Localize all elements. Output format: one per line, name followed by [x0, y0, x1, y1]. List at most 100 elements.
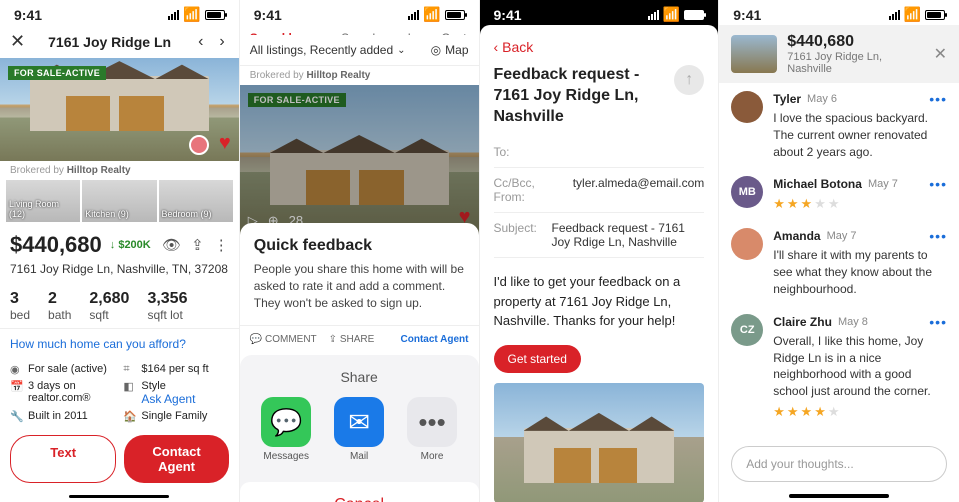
star-rating: ★★★★★ — [773, 196, 947, 212]
share-button[interactable]: ⇪ SHARE — [329, 334, 375, 345]
comment-text: I'll share it with my parents to see wha… — [773, 247, 947, 297]
thumb-bedroom[interactable]: Bedroom (9) — [159, 180, 233, 222]
grid-icon: ⌗ — [123, 363, 135, 376]
header-thumb[interactable] — [731, 35, 777, 73]
share-mail[interactable]: ✉Mail — [334, 397, 384, 462]
close-icon[interactable]: ✕ — [10, 31, 25, 52]
status-bar: 9:41 📶 — [719, 0, 959, 25]
calendar-icon: 📅 — [10, 380, 22, 393]
home-indicator[interactable] — [789, 494, 889, 498]
share-messages[interactable]: 💬Messages — [261, 397, 311, 462]
photo-thumbs: Living Room (12) Kitchen (9) Bedroom (9) — [0, 180, 239, 222]
comment-item: CZ Claire Zhu May 8 ••• Overall, I like this… — [731, 314, 947, 420]
price: $440,680 — [10, 232, 102, 258]
favorite-icon[interactable]: ♥ — [219, 132, 231, 155]
filter-row[interactable]: All listings, Recently added⌄ ◎Map — [240, 35, 479, 66]
ask-agent-link[interactable]: Ask Agent — [141, 392, 195, 406]
screen-email-compose: 9:41 📶 ‹Back Feedback request - 7161 Joy… — [480, 0, 720, 502]
header-address: 7161 Joy Ridge Ln, Nashville — [787, 51, 923, 75]
avatar[interactable]: MB — [731, 176, 763, 208]
get-started-button[interactable]: Get started — [494, 345, 581, 373]
comment-menu-icon[interactable]: ••• — [929, 91, 947, 107]
cta-row: Text Contact Agent — [0, 427, 239, 491]
page-title: 7161 Joy Ridge Ln — [33, 34, 186, 50]
email-preview-image — [494, 383, 705, 502]
nav-header: ✕ 7161 Joy Ridge Ln ‹ › — [0, 25, 239, 58]
comment-menu-icon[interactable]: ••• — [929, 228, 947, 244]
status-icons: 📶 — [168, 6, 224, 23]
broker-line: Brokered by Hilltop Realty — [0, 161, 239, 180]
stats-row: 3bed 2bath 2,680sqft 3,356sqft lot — [0, 284, 239, 329]
send-button[interactable]: ↑ — [674, 65, 704, 95]
comment-button[interactable]: 💬 COMMENT — [250, 334, 317, 345]
field-cc[interactable]: Cc/Bcc, From:tyler.almeda@email.com — [494, 168, 705, 213]
hide-icon[interactable]: 👁 — [162, 236, 181, 254]
screen-saved-share: 9:41 📶 Saved homes Saved searches Contac… — [240, 0, 480, 502]
field-subject[interactable]: Subject:Feedback request - 7161 Joy Rdig… — [494, 213, 705, 258]
comment-author: Claire Zhu — [773, 315, 832, 329]
prev-icon[interactable]: ‹ — [194, 33, 207, 51]
clock: 9:41 — [254, 7, 282, 23]
share-sheet: Share 💬Messages ✉Mail •••More Cancel — [240, 355, 479, 502]
tabs: Saved homes Saved searches Contacted Hi — [240, 25, 479, 35]
comment-date: May 7 — [827, 230, 857, 242]
more-icon[interactable]: ⋮ — [214, 236, 229, 254]
screen-comments: 9:41 📶 $440,680 7161 Joy Ridge Ln, Nashv… — [719, 0, 959, 502]
status-bar: 9:41 📶 — [480, 0, 719, 25]
pin-icon: ◎ — [431, 43, 441, 57]
card-image[interactable]: FOR SALE-ACTIVE ♥ ▷⊕28 — [240, 85, 479, 235]
address: 7161 Joy Ridge Ln, Nashville, TN, 37208 — [0, 260, 239, 284]
sheet-body: People you share this home with will be … — [254, 261, 465, 311]
afford-link[interactable]: How much home can you afford? — [0, 329, 239, 359]
house-icon: 🏠 — [123, 410, 135, 423]
comment-text: I love the spacious backyard. The curren… — [773, 110, 947, 160]
email-title: Feedback request - 7161 Joy Ridge Ln, Na… — [494, 65, 667, 127]
field-to[interactable]: To: — [494, 137, 705, 168]
comment-text: Overall, I like this home, Joy Ridge Ln … — [773, 333, 947, 400]
home-indicator[interactable] — [69, 495, 169, 498]
comment-item: Tyler May 6 ••• I love the spacious backyar… — [731, 91, 947, 160]
clock: 9:41 — [494, 7, 522, 23]
cancel-button[interactable]: Cancel — [240, 482, 479, 502]
hero-image[interactable]: FOR SALE-ACTIVE ♥ — [0, 58, 239, 161]
back-button[interactable]: ‹Back — [494, 25, 705, 65]
star-rating: ★★★★★ — [773, 404, 947, 420]
style-icon: ◧ — [123, 380, 135, 393]
comment-item: AmandaMay 7•••I'll share it with my pare… — [731, 228, 947, 297]
comment-input[interactable]: Add your thoughts... — [731, 446, 947, 482]
clock: 9:41 — [14, 7, 42, 23]
chevron-left-icon: ‹ — [494, 39, 499, 55]
comment-date: May 8 — [838, 316, 868, 328]
close-icon[interactable]: ✕ — [934, 44, 947, 64]
contact-agent-link[interactable]: Contact Agent — [401, 334, 469, 345]
contact-button[interactable]: Contact Agent — [124, 435, 228, 483]
avatar[interactable] — [731, 91, 763, 123]
next-icon[interactable]: › — [215, 33, 228, 51]
comments-list: Tyler May 6 ••• I love the spacious backyar… — [719, 83, 959, 438]
card-actions: 💬 COMMENT ⇪ SHARE Contact Agent — [240, 325, 479, 353]
thumb-living[interactable]: Living Room (12) — [6, 180, 80, 222]
comment-menu-icon[interactable]: ••• — [929, 314, 947, 330]
clock: 9:41 — [733, 7, 761, 23]
shared-avatar[interactable] — [189, 135, 209, 155]
price-row: $440,680 ↓ $200K 👁 ⇪ ⋮ — [0, 222, 239, 260]
text-button[interactable]: Text — [10, 435, 116, 483]
share-more[interactable]: •••More — [407, 397, 457, 462]
comments-header: $440,680 7161 Joy Ridge Ln, Nashville ✕ — [719, 25, 959, 83]
email-body[interactable]: I'd like to get your feedback on a prope… — [494, 258, 705, 345]
status-bar: 9:41 📶 — [240, 0, 479, 25]
avatar[interactable] — [731, 228, 763, 260]
comment-menu-icon[interactable]: ••• — [929, 176, 947, 192]
comment-author: Michael Botona — [773, 177, 862, 191]
comment-date: May 6 — [807, 93, 837, 105]
status-bar: 9:41 📶 — [0, 0, 239, 25]
comment-item: MBMichael BotonaMay 7•••★★★★★ — [731, 176, 947, 212]
comment-author: Tyler — [773, 92, 801, 106]
share-icon[interactable]: ⇪ — [191, 236, 204, 254]
price-change: ↓ $200K — [110, 239, 151, 251]
thumb-kitchen[interactable]: Kitchen (9) — [82, 180, 156, 222]
avatar[interactable]: CZ — [731, 314, 763, 346]
screen-listing-detail: 9:41 📶 ✕ 7161 Joy Ridge Ln ‹ › FOR SALE-… — [0, 0, 240, 502]
chevron-down-icon: ⌄ — [397, 45, 405, 56]
map-toggle[interactable]: ◎Map — [431, 43, 469, 57]
